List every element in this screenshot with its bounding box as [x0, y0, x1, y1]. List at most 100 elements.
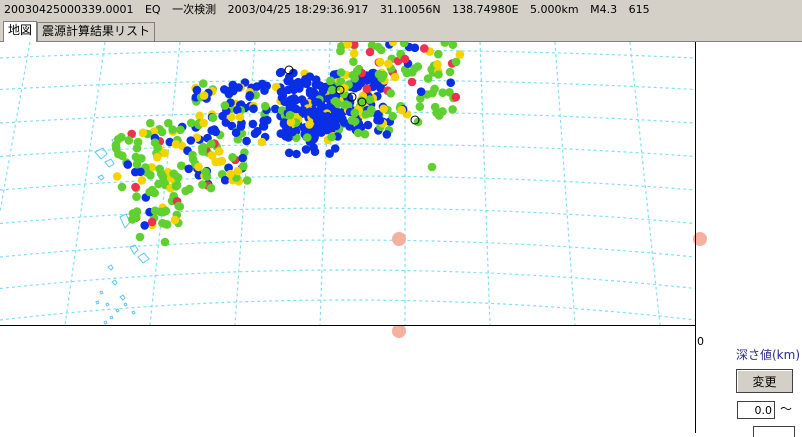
station-marker	[136, 167, 145, 177]
epicenter-markers	[392, 232, 695, 246]
station-marker	[259, 122, 269, 131]
station-marker	[112, 172, 122, 181]
change-button[interactable]: 変更	[736, 369, 793, 393]
station-marker	[184, 164, 193, 174]
station-marker	[365, 108, 375, 118]
station-marker	[330, 144, 340, 153]
station-marker	[158, 218, 167, 228]
station-marker	[248, 119, 258, 129]
depth-value-label: 深さ値(km)	[736, 348, 801, 362]
station-marker	[137, 176, 147, 185]
station-marker	[242, 176, 252, 185]
station-marker	[376, 45, 386, 55]
station-marker	[275, 68, 285, 78]
station-marker	[155, 164, 164, 174]
station-marker	[186, 136, 196, 145]
station-marker	[427, 162, 437, 172]
station-marker	[336, 68, 346, 77]
station-marker	[185, 184, 194, 194]
station-marker	[194, 162, 203, 172]
station-marker	[292, 149, 301, 159]
station-marker	[382, 130, 392, 139]
station-marker	[350, 74, 360, 83]
station-marker	[430, 84, 439, 94]
station-marker	[423, 74, 433, 83]
station-marker	[146, 118, 155, 128]
tab-bar: 地図 震源計算結果リスト	[0, 20, 802, 42]
depth-zero-label: 0	[697, 335, 704, 348]
station-marker	[433, 60, 442, 69]
station-marker	[152, 153, 162, 162]
station-marker	[388, 111, 398, 121]
station-marker	[214, 147, 224, 156]
station-marker	[198, 180, 207, 189]
station-marker	[420, 44, 429, 53]
event-depth: 5.000km	[530, 3, 579, 16]
tab-hypocenter-list[interactable]: 震源計算結果リスト	[37, 22, 156, 41]
islet-outline	[99, 290, 104, 295]
islet-outline	[115, 308, 120, 313]
station-marker	[211, 127, 220, 137]
station-marker	[407, 77, 417, 87]
station-marker	[117, 182, 127, 192]
depth-to-input[interactable]	[753, 426, 795, 437]
station-marker	[201, 167, 210, 177]
station-marker	[386, 89, 396, 98]
station-marker	[362, 84, 372, 94]
station-marker	[150, 206, 160, 215]
epicenter-map[interactable]	[0, 42, 695, 325]
station-marker	[349, 57, 358, 66]
station-marker	[327, 132, 336, 142]
grid-longitude-line	[0, 42, 31, 216]
station-marker	[311, 128, 320, 138]
station-marker	[257, 137, 267, 147]
grid-latitude-line	[0, 269, 695, 290]
station-marker	[390, 72, 400, 82]
range-tilde: 〜	[780, 402, 793, 416]
station-marker	[168, 125, 177, 134]
side-epicenter-marker	[696, 232, 707, 246]
station-marker	[131, 212, 141, 222]
grid-latitude-line	[0, 239, 695, 258]
depth-from-input[interactable]	[737, 401, 775, 419]
station-marker	[326, 76, 335, 85]
station-marker	[438, 88, 448, 97]
islet-outline	[123, 302, 128, 307]
station-marker	[176, 125, 185, 135]
station-marker	[448, 105, 457, 114]
station-marker	[160, 237, 170, 247]
station-marker	[114, 149, 123, 159]
station-marker	[303, 133, 312, 142]
station-marker	[124, 136, 134, 145]
event-magnitude: M4.3	[590, 3, 618, 16]
station-marker	[211, 157, 220, 167]
station-marker	[199, 79, 208, 88]
station-marker	[239, 161, 248, 171]
station-marker	[150, 138, 160, 147]
station-marker	[276, 87, 286, 97]
station-marker	[340, 83, 349, 93]
station-marker	[301, 145, 311, 154]
island-outline	[107, 264, 114, 271]
station-marker	[319, 120, 329, 130]
event-latitude: 31.10056N	[379, 3, 441, 16]
event-type: EQ	[144, 3, 161, 16]
station-marker	[132, 192, 141, 201]
epicenter-marker	[392, 232, 406, 246]
station-marker	[174, 201, 183, 211]
islet-outline	[105, 302, 110, 307]
station-marker	[451, 57, 461, 67]
station-marker	[133, 137, 143, 147]
island-outline	[104, 158, 115, 168]
tab-map[interactable]: 地図	[3, 21, 38, 42]
station-marker	[157, 127, 167, 137]
islet-outline	[103, 320, 108, 325]
station-marker	[192, 85, 202, 95]
station-marker	[150, 188, 159, 198]
station-marker	[445, 67, 455, 77]
grid-longitude-line	[479, 42, 491, 325]
right-map-strip	[696, 232, 707, 246]
station-marker	[384, 59, 393, 69]
grid-latitude-line	[0, 207, 695, 225]
station-marker	[305, 120, 314, 129]
